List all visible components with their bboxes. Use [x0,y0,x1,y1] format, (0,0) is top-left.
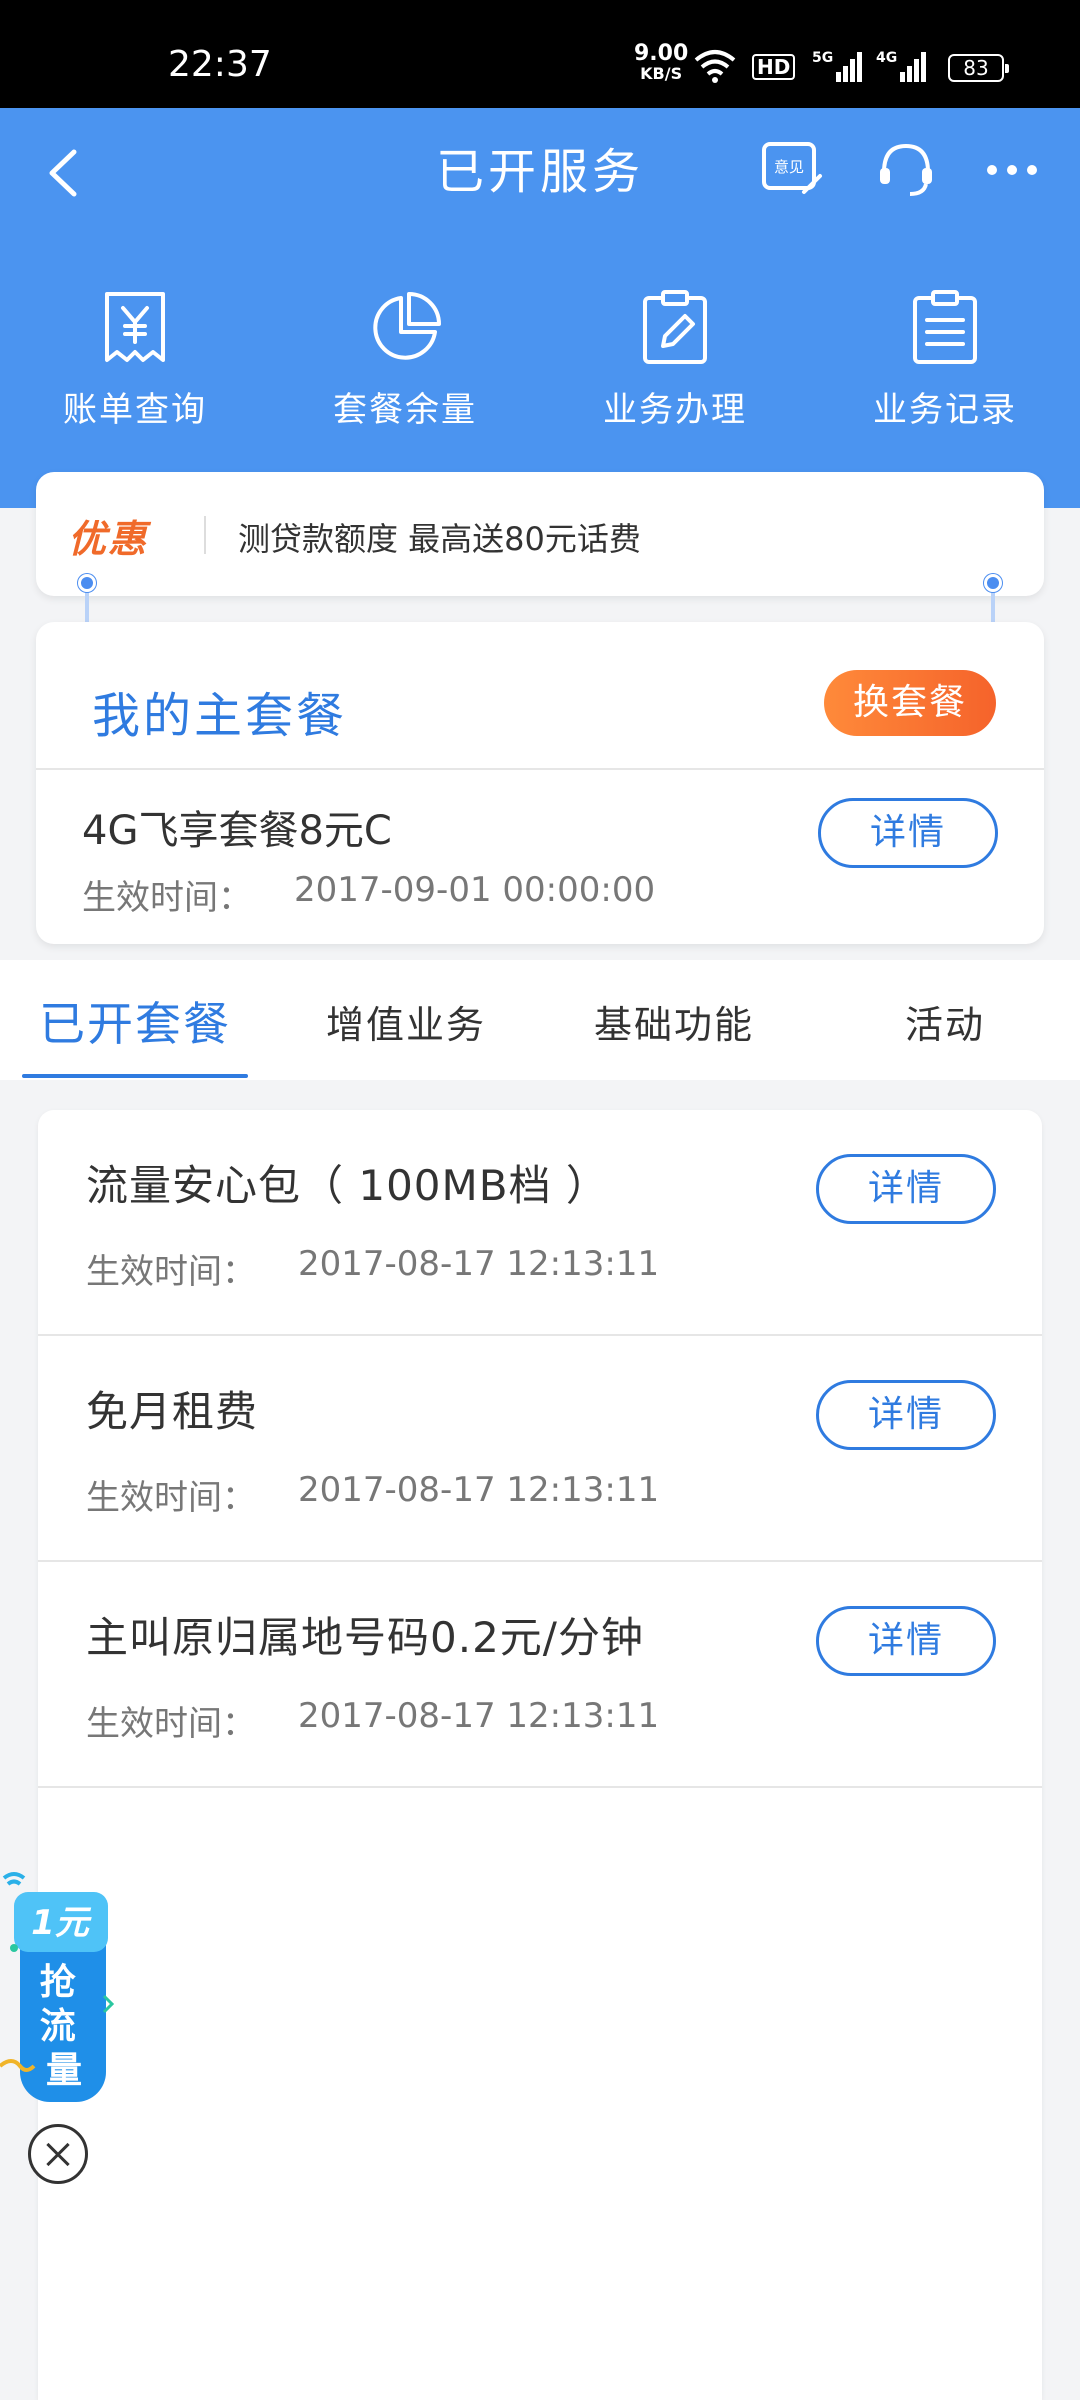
signal-4g-icon: 4G [876,50,926,82]
tab-value-added[interactable]: 增值业务 [296,994,516,1049]
promo-text: 测贷款额度 最高送80元话费 [238,520,641,558]
main-package-card: 我的主套餐 换套餐 4G飞享套餐8元C 生效时间： 2017-09-01 00:… [36,622,1044,944]
quick-action-balance[interactable]: 套餐余量 [305,288,505,431]
svg-text:意见: 意见 [774,158,804,176]
tab-bar: 已开套餐 增值业务 基础功能 活动 [0,960,1080,1080]
bill-icon [105,292,165,362]
promo-banner[interactable]: 优惠 测贷款额度 最高送80元话费 [36,472,1044,596]
quick-action-label: 套餐余量 [333,390,477,430]
svg-text:抢 流 量: 抢 流 量 [40,1961,89,2091]
speed-value: 9.00 [634,41,689,66]
divider [36,768,1044,770]
list-item: 免月租费 生效时间： 2017-08-17 12:13:11 详情 [38,1336,1042,1562]
service-name: 主叫原归属地号码0.2元/分钟 [86,1613,644,1662]
service-name: 流量安心包（ 100MB档 ） [86,1161,609,1210]
change-package-button[interactable]: 换套餐 [824,670,996,736]
list-item: 流量安心包（ 100MB档 ） 生效时间： 2017-08-17 12:13:1… [38,1110,1042,1336]
effective-time-value: 2017-08-17 12:13:11 [298,1696,660,1736]
quick-action-label: 账单查询 [63,390,207,430]
speed-unit: KB/S [640,64,683,83]
effective-time-value: 2017-08-17 12:13:11 [298,1470,660,1510]
effective-time-label: 生效时间： [86,1478,256,1518]
main-package-detail-button[interactable]: 详情 [818,798,998,868]
signal-5g-icon: 5G [812,50,862,82]
effective-time-label: 生效时间： [86,1252,256,1292]
tab-basic-functions[interactable]: 基础功能 [564,994,784,1049]
effective-time-value: 2017-09-01 00:00:00 [294,870,656,910]
floating-data-ad[interactable]: 1元 抢 流 量 [0,1870,120,2130]
promo-tag: 优惠 [68,517,149,561]
tab-underline [22,1074,248,1078]
list-item: 主叫原归属地号码0.2元/分钟 生效时间： 2017-08-17 12:13:1… [38,1562,1042,1788]
header: 已开服务 意见 账单查询 套餐余量 业务办理 业务记录 [0,108,1080,508]
svg-text:4G: 4G [876,50,897,66]
tab-activities[interactable]: 活动 [860,994,1030,1049]
edit-icon [643,290,707,364]
service-detail-button[interactable]: 详情 [816,1154,996,1224]
promo-divider [204,516,206,554]
svg-text:5G: 5G [812,50,833,66]
quick-action-records[interactable]: 业务记录 [845,288,1045,431]
network-speed: 9.00 KB/S [634,41,689,84]
record-icon [913,290,977,364]
status-bar: 22:37 9.00 KB/S HD 5G 4G 83 [0,0,1080,108]
customer-service-icon[interactable] [874,136,938,200]
effective-time-value: 2017-08-17 12:13:11 [298,1244,660,1284]
feedback-icon[interactable]: 意见 [760,136,824,200]
quick-action-label: 业务记录 [873,390,1017,430]
clock: 22:37 [168,44,272,85]
service-detail-button[interactable]: 详情 [816,1606,996,1676]
wifi-icon [694,50,736,83]
main-package-title: 我的主套餐 [92,688,348,744]
battery-icon: 83 [948,54,1009,82]
hd-icon: HD [752,54,796,80]
effective-time-label: 生效时间： [82,878,252,918]
more-icon[interactable] [980,136,1044,200]
quick-action-bill[interactable]: 账单查询 [35,288,235,431]
tab-opened-packages[interactable]: 已开套餐 [22,988,248,1054]
main-package-name: 4G飞享套餐8元C [82,808,392,854]
service-detail-button[interactable]: 详情 [816,1380,996,1450]
pie-chart-icon [373,292,441,360]
effective-time-label: 生效时间： [86,1704,256,1744]
close-ad-icon[interactable] [28,2124,88,2184]
svg-text:1元: 1元 [31,1903,92,1943]
service-name: 免月租费 [86,1387,259,1436]
quick-action-label: 业务办理 [603,390,747,430]
quick-action-handle[interactable]: 业务办理 [575,288,775,431]
service-list: 流量安心包（ 100MB档 ） 生效时间： 2017-08-17 12:13:1… [38,1110,1042,2400]
